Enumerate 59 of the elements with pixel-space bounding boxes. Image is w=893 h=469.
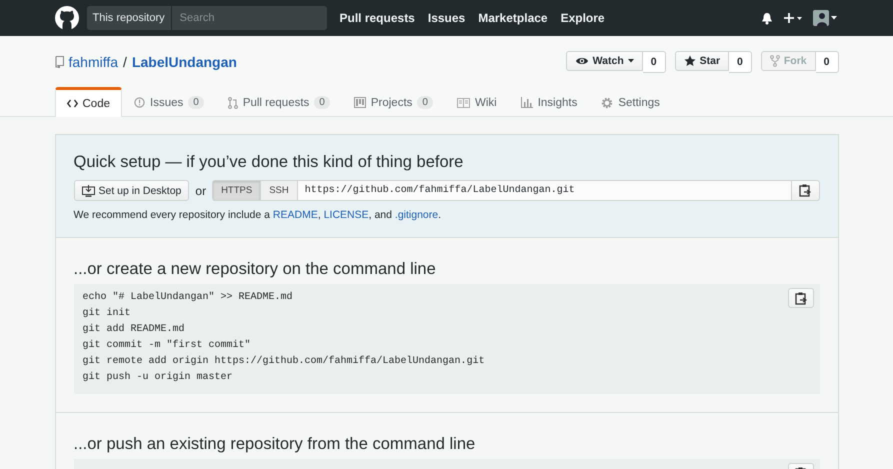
repo-tab[interactable]: Insights <box>508 87 590 117</box>
project-board-icon <box>354 97 366 108</box>
nav-link[interactable]: Pull requests <box>340 11 415 25</box>
book-icon <box>456 98 470 108</box>
star-icon <box>684 55 696 67</box>
fork-icon <box>770 55 780 67</box>
protocol-tab[interactable]: HTTPS <box>212 180 260 201</box>
clone-url-field[interactable]: https://github.com/fahmiffa/LabelUndangan.git <box>296 180 792 201</box>
search-scope-button[interactable]: This repository <box>86 6 172 30</box>
protocol-tab[interactable]: SSH <box>260 180 297 201</box>
repo-tab[interactable]: Code <box>54 87 122 117</box>
repo-tab[interactable]: Settings <box>589 87 672 117</box>
avatar-icon <box>812 10 828 26</box>
quick-setup-heading: Quick setup — if you’ve done this kind of thing before <box>74 153 464 172</box>
path-separator: / <box>123 54 127 70</box>
plus-dropdown-icon[interactable] <box>782 12 802 24</box>
watch-count[interactable]: 0 <box>642 51 666 73</box>
clipboard-icon <box>794 292 806 304</box>
set-up-in-desktop-button[interactable]: Set up in Desktop <box>74 180 190 201</box>
section-heading: ...or create a new repository on the command line <box>74 260 437 279</box>
github-logo[interactable] <box>54 6 78 30</box>
code-icon <box>66 99 78 108</box>
watch-button[interactable]: Watch <box>566 51 643 71</box>
or-label: or <box>195 184 206 198</box>
repo-tab[interactable]: Wiki <box>444 87 509 117</box>
clipboard-icon <box>799 184 811 197</box>
search-field[interactable]: Search <box>172 6 326 30</box>
avatar-dropdown[interactable] <box>812 10 836 26</box>
tab-counter: 0 <box>417 96 433 109</box>
caret-icon <box>830 16 836 20</box>
repo-tab[interactable]: Projects 0 <box>342 87 445 117</box>
repository-icon <box>54 56 64 68</box>
nav-link[interactable]: Issues <box>428 11 466 25</box>
nav-link[interactable]: Marketplace <box>478 11 548 25</box>
eye-icon <box>574 56 589 66</box>
copy-button[interactable] <box>792 180 820 201</box>
copy-button[interactable] <box>788 288 814 308</box>
star-count[interactable]: 0 <box>729 51 752 73</box>
bar-graph-icon <box>520 97 533 108</box>
owner-link[interactable]: fahmiffa <box>68 54 118 70</box>
doc-link[interactable]: LICENSE <box>324 209 369 221</box>
tab-counter: 0 <box>188 96 204 109</box>
doc-link[interactable]: .gitignore <box>394 209 438 221</box>
recommendation-text: We recommend every repository include a README, LICENSE, and .gitignore. <box>74 209 442 221</box>
command-text: echo "# LabelUndangan" >> README.md git init git add README.md git commit -m "first commit" git remote add origin https://github.com/fahmiffa/LabelUndangan.git git push -u origin master <box>82 290 485 385</box>
repo-tab[interactable]: Issues 0 <box>122 87 216 117</box>
doc-link[interactable]: README <box>272 209 318 221</box>
issue-icon <box>134 97 145 108</box>
desktop-download-icon <box>82 184 94 196</box>
star-button[interactable]: Star <box>674 51 730 71</box>
repo-tab[interactable]: Pull requests 0 <box>216 87 342 117</box>
nav-link[interactable]: Explore <box>560 11 605 25</box>
settings-icon <box>601 96 614 108</box>
repository-name-link[interactable]: LabelUndangan <box>132 54 237 70</box>
notification-bell-icon[interactable] <box>760 12 772 24</box>
section-heading: ...or push an existing repository from the command line <box>74 435 476 454</box>
caret-icon <box>628 59 634 63</box>
tab-counter: 0 <box>314 96 330 109</box>
pull-request-icon <box>228 96 238 108</box>
